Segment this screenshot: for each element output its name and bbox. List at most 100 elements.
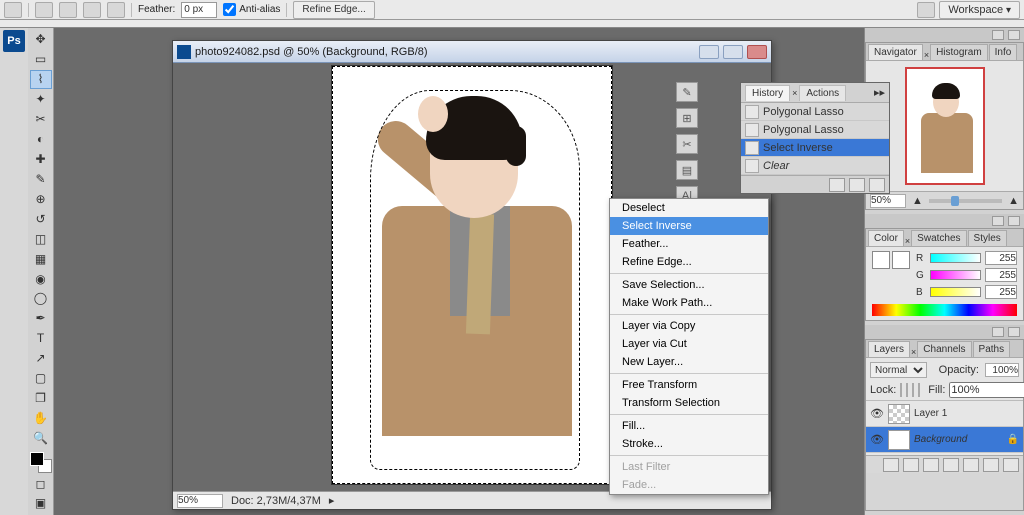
- adjustment-icon[interactable]: [943, 458, 959, 472]
- menu-item[interactable]: Refine Edge...: [610, 253, 768, 271]
- layer-comps-dock-icon[interactable]: ▤: [676, 160, 698, 180]
- eyedropper-tool-icon[interactable]: ◐: [30, 130, 52, 149]
- tab-color[interactable]: Color: [868, 230, 904, 246]
- selection-subtract-icon[interactable]: [83, 2, 101, 18]
- canvas[interactable]: [331, 65, 613, 485]
- tab-histogram[interactable]: Histogram: [930, 44, 988, 60]
- link-icon[interactable]: [883, 458, 899, 472]
- history-row[interactable]: Select Inverse: [741, 139, 889, 157]
- zoom-in-icon[interactable]: ▲: [1008, 195, 1019, 207]
- trash-icon[interactable]: [869, 178, 885, 192]
- close-icon[interactable]: [1008, 327, 1020, 337]
- menu-item[interactable]: Stroke...: [610, 435, 768, 453]
- layer-row[interactable]: 👁Layer 1: [866, 401, 1023, 427]
- type-tool-icon[interactable]: T: [30, 329, 52, 348]
- menu-item[interactable]: New Layer...: [610, 353, 768, 371]
- layer-thumbnail[interactable]: [888, 404, 910, 424]
- zoom-out-icon[interactable]: ▲: [912, 195, 923, 207]
- close-tab-icon[interactable]: ×: [792, 88, 797, 98]
- menu-item[interactable]: Layer via Copy: [610, 317, 768, 335]
- stamp-tool-icon[interactable]: ⊕: [30, 189, 52, 208]
- minimize-icon[interactable]: [992, 216, 1004, 226]
- tab-paths[interactable]: Paths: [973, 341, 1011, 357]
- layer-thumbnail[interactable]: [888, 430, 910, 450]
- antialias-checkbox[interactable]: Anti-alias: [223, 3, 280, 16]
- menu-item[interactable]: Layer via Cut: [610, 335, 768, 353]
- workspace-menu[interactable]: Workspace ▾: [939, 1, 1020, 19]
- history-snapshot-icon[interactable]: [849, 178, 865, 192]
- r-slider[interactable]: [930, 253, 981, 263]
- spectrum-bar[interactable]: [872, 304, 1017, 316]
- blur-tool-icon[interactable]: ◉: [30, 269, 52, 288]
- menu-item[interactable]: Deselect: [610, 199, 768, 217]
- lock-transparency-icon[interactable]: [900, 383, 902, 397]
- tab-actions[interactable]: Actions: [799, 85, 846, 101]
- lock-pixels-icon[interactable]: [906, 383, 908, 397]
- history-row[interactable]: Clear: [741, 157, 889, 175]
- move-tool-icon[interactable]: ✥: [30, 30, 52, 49]
- g-input[interactable]: [985, 268, 1017, 282]
- zoom-tool-icon[interactable]: 🔍: [30, 428, 52, 447]
- menu-item[interactable]: Feather...: [610, 235, 768, 253]
- tab-styles[interactable]: Styles: [968, 230, 1007, 246]
- group-icon[interactable]: [963, 458, 979, 472]
- selection-add-icon[interactable]: [59, 2, 77, 18]
- opacity-input[interactable]: [985, 363, 1019, 377]
- history-brush-icon[interactable]: ↺: [30, 209, 52, 228]
- lasso-tool-icon[interactable]: ⌇: [30, 70, 52, 89]
- dodge-tool-icon[interactable]: ◯: [30, 289, 52, 308]
- menu-item[interactable]: Select Inverse: [610, 217, 768, 235]
- history-new-doc-icon[interactable]: [829, 178, 845, 192]
- feather-input[interactable]: [181, 2, 217, 18]
- eraser-tool-icon[interactable]: ◫: [30, 229, 52, 248]
- menu-item[interactable]: Fill...: [610, 417, 768, 435]
- layer-row[interactable]: 👁Background🔒: [866, 427, 1023, 453]
- g-slider[interactable]: [930, 270, 981, 280]
- b-slider[interactable]: [930, 287, 981, 297]
- tab-swatches[interactable]: Swatches: [911, 230, 966, 246]
- close-button[interactable]: [747, 45, 767, 59]
- minimize-icon[interactable]: [992, 327, 1004, 337]
- fgbg-swatch[interactable]: [30, 452, 52, 473]
- lasso-tool-preset-icon[interactable]: [4, 2, 22, 18]
- history-row[interactable]: Polygonal Lasso: [741, 103, 889, 121]
- history-row[interactable]: Polygonal Lasso: [741, 121, 889, 139]
- zoom-slider[interactable]: [929, 199, 1002, 203]
- path-tool-icon[interactable]: ↗: [30, 349, 52, 368]
- marquee-tool-icon[interactable]: ▭: [30, 50, 52, 69]
- tab-navigator[interactable]: Navigator: [868, 44, 923, 60]
- hand-tool-icon[interactable]: ✋: [30, 409, 52, 428]
- fill-input[interactable]: [949, 382, 1024, 398]
- chevron-right-icon[interactable]: ▸▸: [874, 86, 885, 99]
- tool-presets-dock-icon[interactable]: ✂: [676, 134, 698, 154]
- minimize-button[interactable]: [699, 45, 719, 59]
- shape-tool-icon[interactable]: ▢: [30, 369, 52, 388]
- navigator-thumbnail[interactable]: [905, 67, 985, 185]
- tab-info[interactable]: Info: [989, 44, 1018, 60]
- heal-tool-icon[interactable]: ✚: [30, 150, 52, 169]
- nav-zoom-input[interactable]: [870, 194, 906, 208]
- visibility-icon[interactable]: 👁: [870, 407, 884, 421]
- workspace-icon[interactable]: [917, 2, 935, 18]
- screenmode-icon[interactable]: ▣: [30, 494, 52, 513]
- tab-layers[interactable]: Layers: [868, 341, 910, 357]
- wand-tool-icon[interactable]: ✦: [30, 90, 52, 109]
- clone-dock-icon[interactable]: ⊞: [676, 108, 698, 128]
- trash-icon[interactable]: [1003, 458, 1019, 472]
- menu-item[interactable]: Save Selection...: [610, 276, 768, 294]
- brush-tool-icon[interactable]: ✎: [30, 169, 52, 188]
- visibility-icon[interactable]: 👁: [870, 433, 884, 447]
- quickmask-icon[interactable]: ◻: [30, 474, 52, 493]
- pen-tool-icon[interactable]: ✒: [30, 309, 52, 328]
- crop-tool-icon[interactable]: ✂: [30, 110, 52, 129]
- menu-item[interactable]: Free Transform: [610, 376, 768, 394]
- menu-item[interactable]: Transform Selection: [610, 394, 768, 412]
- lock-position-icon[interactable]: [912, 383, 914, 397]
- fx-icon[interactable]: [903, 458, 919, 472]
- fg-swatch[interactable]: [872, 251, 890, 269]
- 3d-tool-icon[interactable]: ❐: [30, 389, 52, 408]
- lock-all-icon[interactable]: [918, 383, 920, 397]
- brushes-dock-icon[interactable]: ✎: [676, 82, 698, 102]
- maximize-button[interactable]: [723, 45, 743, 59]
- mask-icon[interactable]: [923, 458, 939, 472]
